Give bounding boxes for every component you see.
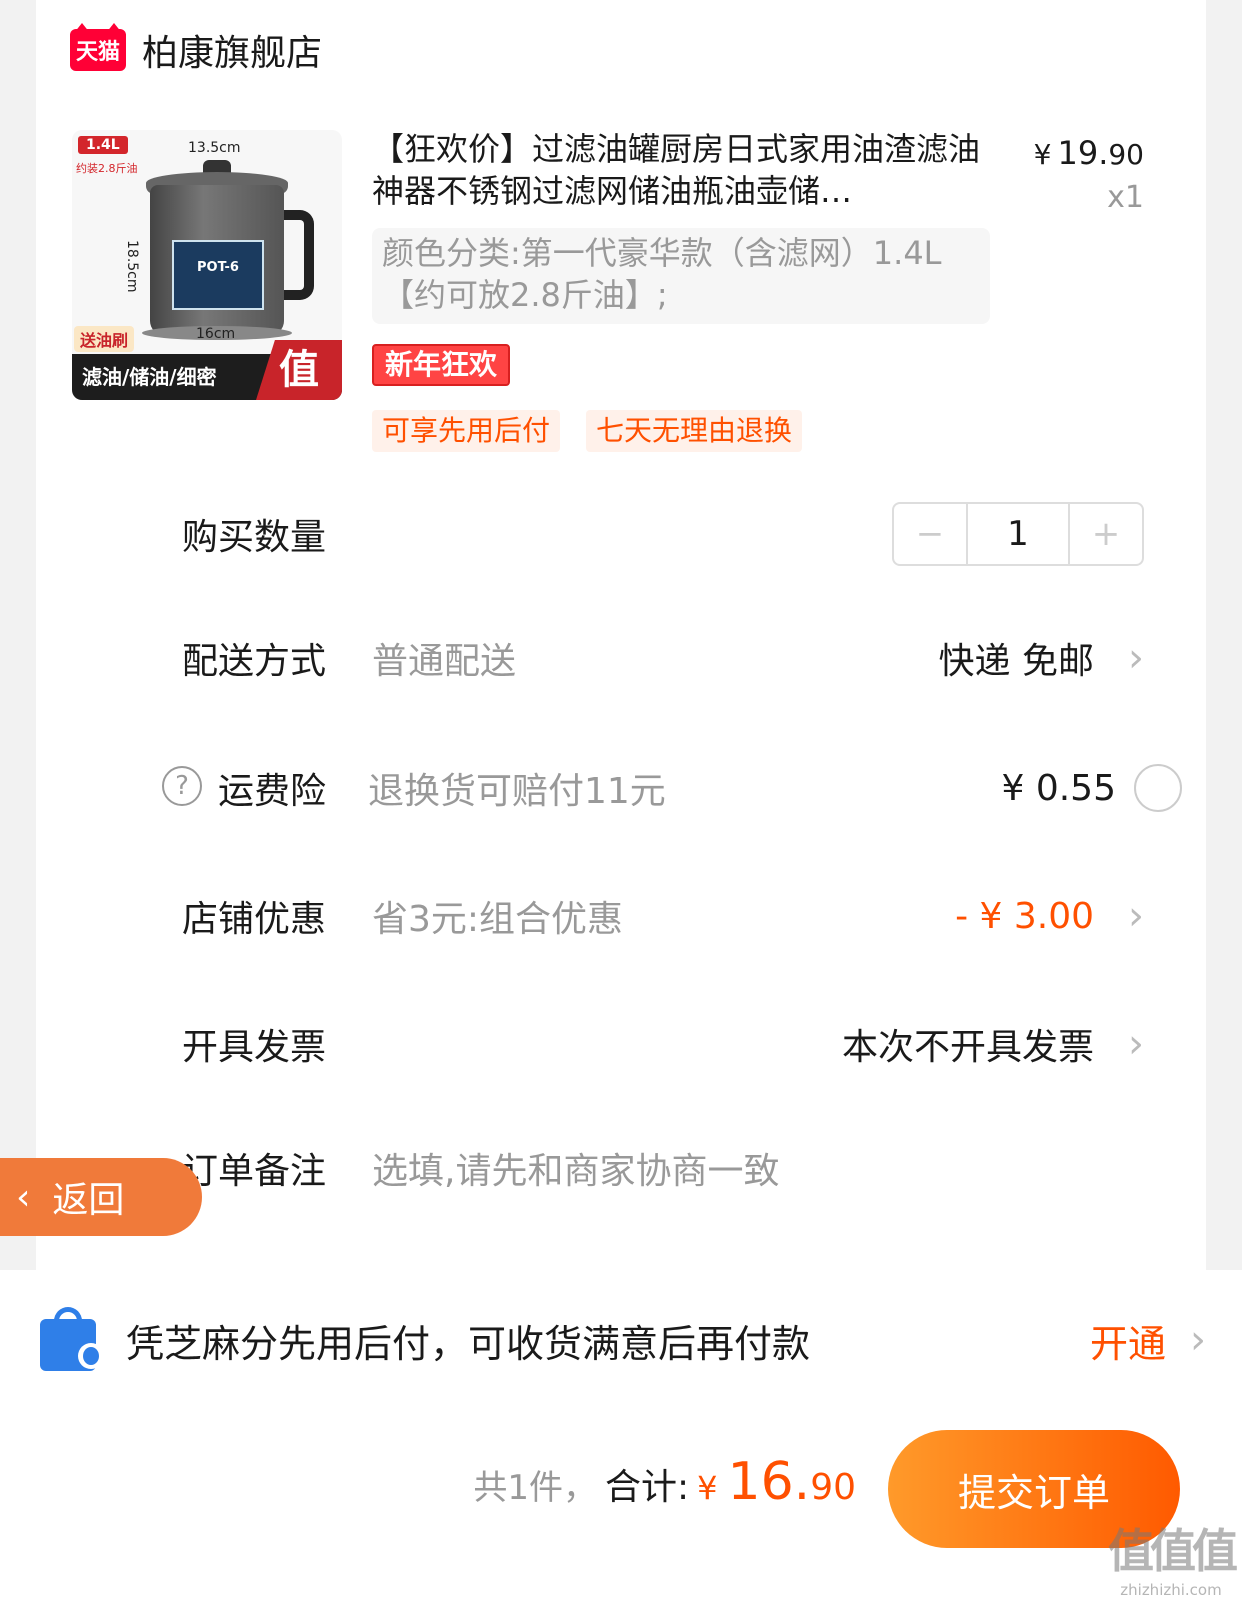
back-button[interactable]: ‹ 返回	[0, 1158, 202, 1236]
total-decimal: 90	[810, 1467, 856, 1508]
quantity-row: 购买数量 − 1 +	[182, 502, 1144, 566]
shop-header[interactable]: 天猫 柏康旗舰店	[70, 23, 323, 76]
promo-tag: 新年狂欢	[372, 344, 510, 386]
chevron-right-icon: ›	[1128, 635, 1144, 681]
insurance-radio[interactable]	[1134, 764, 1182, 812]
item-count: 共1件，	[473, 1468, 597, 1508]
sku-selector[interactable]: 颜色分类:第一代豪华款（含滤网）1.4L【约可放2.8斤油】;	[372, 228, 990, 324]
product-price: ¥19.90	[1034, 134, 1144, 172]
pay-later-open[interactable]: 开通	[1090, 1313, 1166, 1368]
total-label: 合计:	[604, 1467, 690, 1508]
price-integer: 19.	[1057, 134, 1109, 172]
chevron-right-icon: ›	[1190, 1317, 1206, 1363]
pot-handle	[284, 210, 314, 300]
pay-later-text: 凭芝麻分先用后付，可收货满意后再付款	[126, 1321, 811, 1366]
invoice-row[interactable]: 开具发票 本次不开具发票 ›	[182, 1014, 1144, 1074]
delivery-desc: 普通配送	[372, 641, 517, 682]
watermark: 值值值 zhizhizhi.com	[1108, 1515, 1238, 1599]
delivery-label: 配送方式	[182, 641, 327, 682]
shop-name: 柏康旗舰店	[142, 33, 323, 74]
invoice-value: 本次不开具发票	[841, 1027, 1094, 1068]
service-tag-return: 七天无理由退换	[586, 410, 803, 452]
insurance-price: ¥ 0.55	[1001, 767, 1116, 809]
chevron-right-icon: ›	[1128, 1021, 1144, 1067]
invoice-label: 开具发票	[182, 1027, 327, 1068]
value-badge: 值	[256, 340, 342, 400]
service-tag-pay-later: 可享先用后付	[372, 410, 561, 452]
shipping-insurance-row: 运费险 退换货可赔付11元 ¥ 0.55	[218, 758, 1182, 818]
price-currency: ¥	[1033, 138, 1052, 171]
capacity-note: 约装2.8斤油	[76, 162, 138, 175]
order-total: 共1件， 合计: ¥ 16. 90	[473, 1452, 856, 1512]
question-icon[interactable]: ?	[162, 766, 202, 806]
product-image[interactable]: 1.4L 约装2.8斤油 13.5cm 18.5cm POT-6 16cm 送油…	[72, 130, 342, 400]
back-label: 返回	[52, 1180, 125, 1221]
insurance-desc: 退换货可赔付11元	[368, 771, 666, 812]
capacity-badge: 1.4L	[78, 136, 128, 154]
discount-label: 店铺优惠	[182, 899, 327, 940]
product-title[interactable]: 【狂欢价】过滤油罐厨房日式家用油渣滤油神器不锈钢过滤网储油瓶油壶储…	[372, 128, 990, 212]
dimension-height: 18.5cm	[124, 240, 140, 293]
tmall-logo-icon: 天猫	[70, 23, 126, 71]
quantity-input[interactable]: 1	[966, 504, 1070, 564]
dimension-bottom: 16cm	[196, 326, 236, 342]
product-quantity: x1	[1107, 180, 1144, 215]
watermark-logo: 值值值	[1108, 1524, 1238, 1578]
bottom-bar: 凭芝麻分先用后付，可收货满意后再付款 开通 › 共1件， 合计: ¥ 16. 9…	[0, 1270, 1242, 1603]
chevron-left-icon: ‹	[16, 1176, 31, 1218]
delivery-row[interactable]: 配送方式 普通配送 快递 免邮 ›	[182, 628, 1144, 688]
gift-badge: 送油刷	[74, 326, 135, 352]
order-remark-row: 订单备注 选填,请先和商家协商一致	[182, 1138, 1144, 1198]
store-discount-row[interactable]: 店铺优惠 省3元:组合优惠 - ¥ 3.00 ›	[182, 886, 1144, 946]
pot-label: POT-6	[172, 240, 264, 310]
total-integer: 16.	[727, 1452, 811, 1512]
remark-label: 订单备注	[182, 1151, 327, 1192]
price-decimal: 90	[1108, 138, 1144, 171]
total-currency: ¥	[697, 1469, 718, 1507]
pay-later-banner[interactable]: 凭芝麻分先用后付，可收货满意后再付款 开通 ›	[36, 1300, 1206, 1380]
discount-desc: 省3元:组合优惠	[372, 899, 624, 940]
quantity-stepper[interactable]: − 1 +	[892, 502, 1144, 566]
shopping-bag-icon	[36, 1305, 106, 1375]
increment-button[interactable]: +	[1070, 504, 1142, 564]
insurance-label: 运费险	[218, 771, 327, 812]
dimension-top: 13.5cm	[188, 140, 241, 156]
chevron-right-icon: ›	[1128, 893, 1144, 939]
remark-input[interactable]: 选填,请先和商家协商一致	[372, 1142, 1144, 1194]
decrement-button[interactable]: −	[894, 504, 966, 564]
delivery-value: 快递 免邮	[938, 641, 1094, 682]
quantity-label: 购买数量	[182, 517, 327, 558]
discount-value: - ¥ 3.00	[955, 895, 1094, 937]
watermark-url: zhizhizhi.com	[1120, 1581, 1222, 1599]
